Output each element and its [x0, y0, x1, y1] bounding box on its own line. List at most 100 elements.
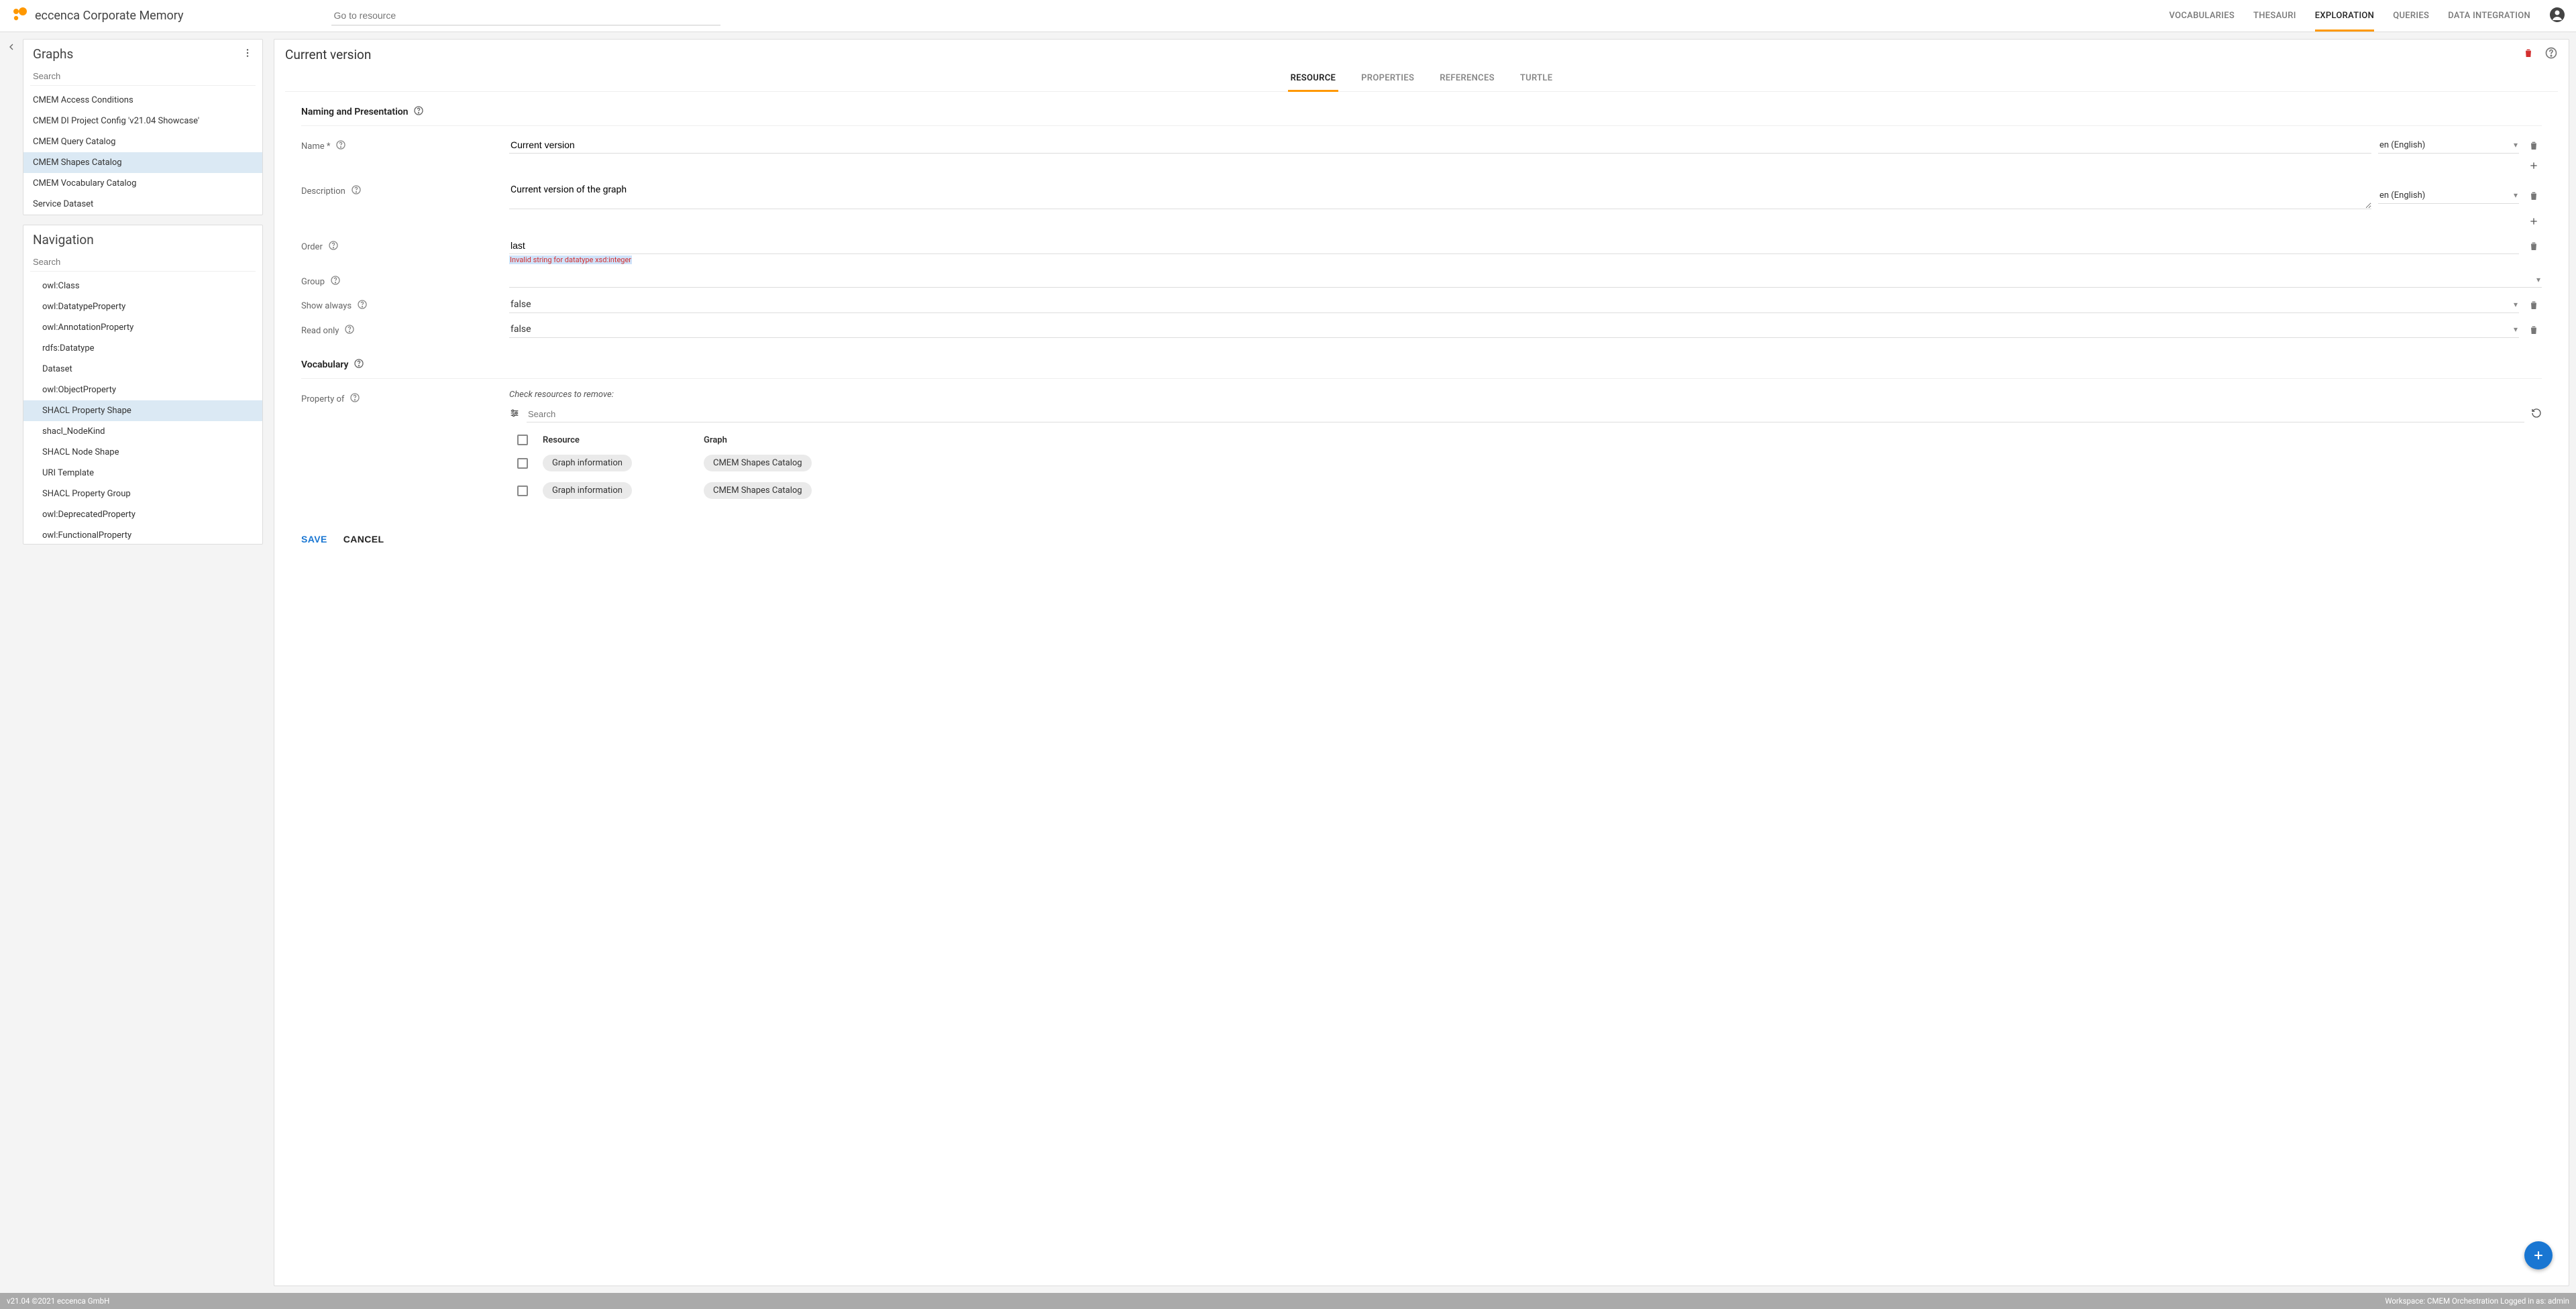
- description-label: Description: [301, 182, 496, 198]
- navigation-item[interactable]: rdfs:Datatype: [23, 338, 262, 359]
- save-button[interactable]: SAVE: [301, 534, 327, 545]
- navigation-item[interactable]: SHACL Node Shape: [23, 442, 262, 463]
- show-always-label: Show always: [301, 296, 496, 312]
- row-checkbox[interactable]: [517, 458, 528, 469]
- property-of-search[interactable]: [527, 406, 2524, 422]
- navigation-panel: Navigation owl:Classowl:DatatypeProperty…: [23, 225, 263, 545]
- resource-chip[interactable]: Graph information: [543, 455, 632, 471]
- remove-hint: Check resources to remove:: [509, 390, 2542, 400]
- navigation-item[interactable]: Dataset: [23, 359, 262, 380]
- tab-resource[interactable]: RESOURCE: [1288, 66, 1339, 92]
- chevron-down-icon: ▾: [2514, 325, 2518, 334]
- help-icon[interactable]: [330, 275, 341, 288]
- section-vocabulary: Vocabulary: [301, 358, 2542, 372]
- graphs-search[interactable]: [30, 67, 256, 86]
- name-label: Name *: [301, 137, 496, 153]
- table-row: Graph information CMEM Shapes Catalog: [509, 449, 2542, 477]
- graphs-item[interactable]: CMEM Query Catalog: [23, 131, 262, 152]
- description-input[interactable]: [509, 182, 2371, 209]
- graphs-item[interactable]: CMEM Shapes Catalog: [23, 152, 262, 173]
- nav-vocabularies[interactable]: VOCABULARIES: [2169, 11, 2235, 21]
- sidebar-collapse[interactable]: [0, 32, 23, 1293]
- help-icon[interactable]: [357, 299, 368, 312]
- help-icon[interactable]: [328, 240, 339, 253]
- help-icon[interactable]: [344, 324, 355, 337]
- help-icon[interactable]: [351, 184, 362, 198]
- order-input[interactable]: [509, 237, 2519, 254]
- more-vert-icon[interactable]: [242, 48, 253, 61]
- delete-read-only-button[interactable]: [2526, 322, 2542, 338]
- tabs: RESOURCE PROPERTIES REFERENCES TURTLE: [285, 66, 2558, 92]
- help-icon[interactable]: [354, 358, 364, 372]
- graph-chip[interactable]: CMEM Shapes Catalog: [704, 455, 812, 471]
- help-icon[interactable]: [413, 105, 424, 119]
- cancel-button[interactable]: CANCEL: [343, 534, 384, 545]
- fab-add-button[interactable]: [2524, 1241, 2553, 1269]
- chevron-down-icon: ▾: [2514, 300, 2518, 309]
- graphs-item[interactable]: Service Dataset: [23, 194, 262, 215]
- description-lang-select[interactable]: en (English)▾: [2378, 188, 2519, 204]
- graphs-list: CMEM Access ConditionsCMEM DI Project Co…: [23, 90, 262, 215]
- main-panel: Current version RESOURCE PROPERTIES REFE…: [274, 39, 2569, 1286]
- delete-show-always-button[interactable]: [2526, 297, 2542, 313]
- nav-data-integration[interactable]: DATA INTEGRATION: [2448, 11, 2530, 21]
- resource-chip[interactable]: Graph information: [543, 482, 632, 499]
- action-bar: SAVE CANCEL: [301, 524, 2542, 547]
- tune-icon[interactable]: [509, 408, 520, 421]
- chevron-left-icon: [6, 42, 17, 52]
- nav-thesauri[interactable]: THESAURI: [2253, 11, 2296, 21]
- tab-references[interactable]: REFERENCES: [1437, 66, 1497, 91]
- navigation-item[interactable]: owl:FunctionalProperty: [23, 525, 262, 544]
- graphs-item[interactable]: CMEM Vocabulary Catalog: [23, 173, 262, 194]
- resource-table-head: Resource Graph: [509, 431, 2542, 449]
- go-to-input[interactable]: [331, 6, 720, 25]
- resource-table-body: Graph informationCMEM Shapes CatalogGrap…: [509, 449, 2542, 504]
- navigation-item[interactable]: SHACL Property Group: [23, 483, 262, 504]
- help-icon[interactable]: [350, 392, 360, 406]
- tab-turtle[interactable]: TURTLE: [1517, 66, 1556, 91]
- group-select[interactable]: ▾: [509, 272, 2542, 288]
- section-naming: Naming and Presentation: [301, 105, 2542, 119]
- row-checkbox[interactable]: [517, 486, 528, 496]
- navigation-item[interactable]: owl:Class: [23, 276, 262, 296]
- delete-description-button[interactable]: [2526, 188, 2542, 204]
- navigation-item[interactable]: owl:DatatypeProperty: [23, 296, 262, 317]
- read-only-label: Read only: [301, 321, 496, 337]
- name-lang-select[interactable]: en (English)▾: [2378, 137, 2519, 154]
- add-name-button[interactable]: [2526, 158, 2542, 174]
- plus-icon: [2532, 1249, 2545, 1262]
- name-input[interactable]: [509, 137, 2371, 154]
- nav-exploration[interactable]: EXPLORATION: [2315, 11, 2375, 32]
- read-only-select[interactable]: false▾: [509, 321, 2519, 338]
- navigation-item[interactable]: URI Template: [23, 463, 262, 483]
- delete-resource-button[interactable]: [2523, 48, 2534, 61]
- navigation-item[interactable]: owl:AnnotationProperty: [23, 317, 262, 338]
- footer: v21.04 ©2021 eccenca GmbH Workspace: CME…: [0, 1293, 2576, 1309]
- chevron-down-icon: ▾: [2514, 140, 2518, 150]
- select-all-checkbox[interactable]: [517, 435, 528, 445]
- chevron-down-icon: ▾: [2514, 190, 2518, 200]
- navigation-item[interactable]: owl:ObjectProperty: [23, 380, 262, 400]
- help-icon[interactable]: [335, 139, 346, 153]
- nav-queries[interactable]: QUERIES: [2393, 11, 2429, 21]
- restore-icon[interactable]: [2531, 408, 2542, 421]
- navigation-search[interactable]: [30, 253, 256, 272]
- graphs-item[interactable]: CMEM Access Conditions: [23, 90, 262, 111]
- help-icon[interactable]: [2544, 46, 2558, 62]
- order-error: Invalid string for datatype xsd:integer: [509, 255, 632, 264]
- tab-properties[interactable]: PROPERTIES: [1358, 66, 1417, 91]
- go-to-resource[interactable]: [331, 6, 720, 25]
- page-title: Current version: [285, 47, 371, 62]
- delete-name-button[interactable]: [2526, 137, 2542, 154]
- show-always-select[interactable]: false▾: [509, 296, 2519, 313]
- navigation-item[interactable]: shacl_NodeKind: [23, 421, 262, 442]
- delete-order-button[interactable]: [2526, 238, 2542, 254]
- table-row: Graph information CMEM Shapes Catalog: [509, 477, 2542, 504]
- navigation-item[interactable]: SHACL Property Shape: [23, 400, 262, 421]
- graphs-item[interactable]: CMEM DI Project Config 'v21.04 Showcase': [23, 111, 262, 131]
- navigation-item[interactable]: owl:DeprecatedProperty: [23, 504, 262, 525]
- topnav: VOCABULARIES THESAURI EXPLORATION QUERIE…: [2169, 7, 2565, 25]
- add-description-button[interactable]: [2526, 213, 2542, 229]
- account-icon[interactable]: [2549, 7, 2565, 25]
- graph-chip[interactable]: CMEM Shapes Catalog: [704, 482, 812, 499]
